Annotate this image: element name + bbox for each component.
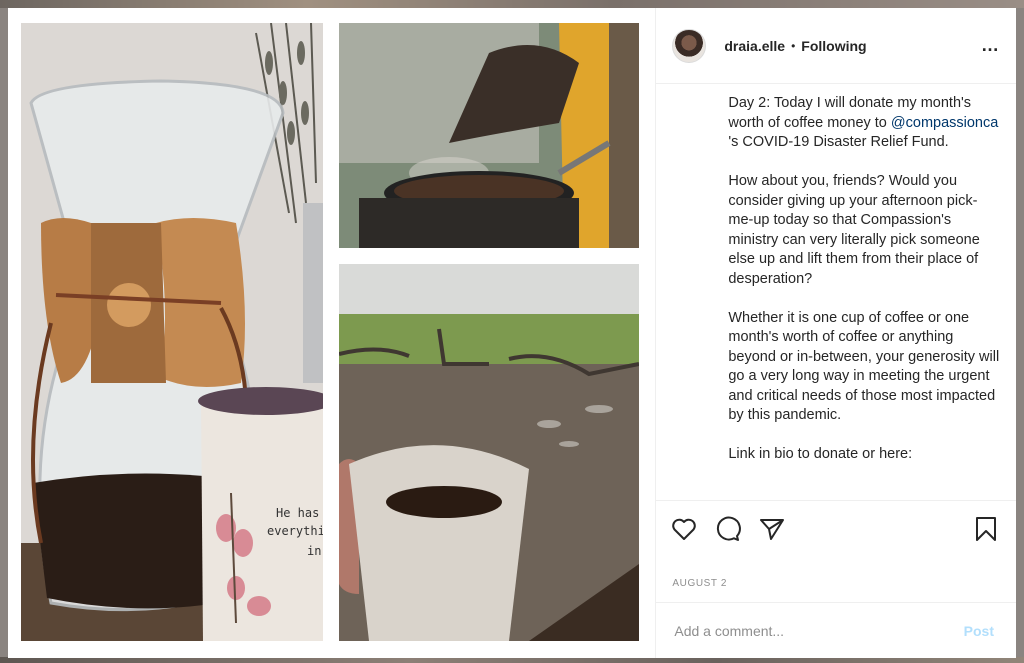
caption-paragraph: Link in bio to donate or here: [728,445,1002,465]
comment-input[interactable] [672,621,958,640]
comment-icon[interactable] [714,515,742,543]
post-header: draia.elle • Following … [656,8,1016,84]
photo-chemex-and-mug: He has everythi in [21,23,323,641]
avatar[interactable] [672,28,707,63]
svg-text:in: in [307,544,321,558]
svg-text:everythi: everythi [267,524,323,538]
photo-chemex-illustration: He has everythi in [21,23,323,641]
heart-icon[interactable] [670,515,698,543]
caption-text: Link in bio to donate or here: [728,446,913,462]
post-comment-button[interactable]: Post [958,622,1000,640]
caption-paragraph: Day 2: Today I will donate my month's wo… [728,94,1002,153]
photo-coffee-roasting [339,23,639,248]
comment-bar: Post [656,602,1016,658]
photo-field-and-cup [339,264,639,641]
caption-text: 's COVID-19 Disaster Relief Fund. [728,134,949,150]
bookmark-icon[interactable] [972,515,1000,543]
header-separator: • [791,38,796,53]
photo-roasting-illustration [339,23,639,248]
mention-link[interactable]: @compassionca [891,115,998,131]
background-feed-strip-top [0,0,1024,8]
caption-text: How about you, friends? Would you consid… [728,173,980,287]
post-caption: Day 2: Today I will donate my month's wo… [656,84,1016,500]
paper-plane-icon[interactable] [758,515,786,543]
caption-paragraph: How about you, friends? Would you consid… [728,172,1002,289]
post-modal: He has everythi in draia.elle • Followin… [8,8,1016,658]
svg-text:He has: He has [276,506,319,520]
more-options-icon[interactable]: … [981,35,1000,56]
post-sidebar: draia.elle • Following … Day 2: Today I … [655,8,1016,658]
post-actions [656,500,1016,556]
following-button[interactable]: Following [801,38,866,54]
photo-field-illustration [339,264,639,641]
username-link[interactable]: draia.elle [724,38,785,54]
caption-paragraph: Whether it is one cup of coffee or one m… [728,309,1002,426]
caption-text: Whether it is one cup of coffee or one m… [728,309,1000,424]
post-date: AUGUST 2 [672,578,727,589]
post-media[interactable]: He has everythi in [8,8,656,658]
